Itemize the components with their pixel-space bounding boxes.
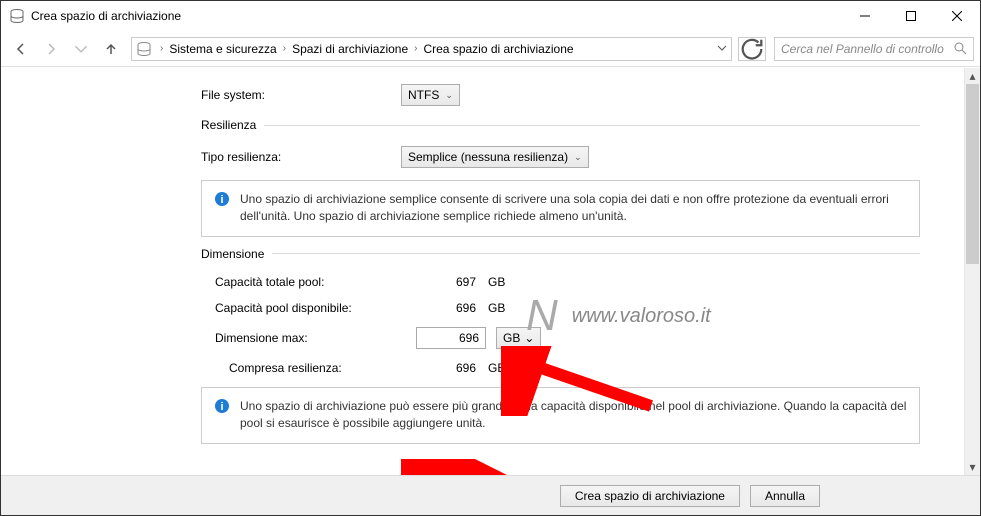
- avail-pool-value: 696: [416, 301, 476, 315]
- scroll-thumb[interactable]: [966, 84, 979, 264]
- svg-text:i: i: [220, 401, 223, 413]
- resilience-info: i Uno spazio di archiviazione semplice c…: [201, 180, 920, 237]
- filesystem-label: File system:: [201, 88, 401, 102]
- vertical-scrollbar[interactable]: ▴ ▾: [964, 68, 980, 475]
- storage-icon: [9, 8, 25, 24]
- resil-dim-label: Compresa resilienza:: [201, 361, 416, 375]
- max-dim-input[interactable]: [416, 327, 486, 349]
- navigation-bar: › Sistema e sicurezza › Spazi di archivi…: [1, 31, 980, 67]
- max-dim-unit-select[interactable]: GB⌄: [496, 327, 541, 349]
- cancel-button[interactable]: Annulla: [750, 485, 820, 507]
- resilience-group-header: Resilienza: [201, 118, 920, 132]
- info-icon: i: [214, 191, 230, 207]
- address-bar[interactable]: › Sistema e sicurezza › Spazi di archivi…: [131, 37, 732, 61]
- chevron-down-icon: ⌄: [574, 152, 582, 163]
- titlebar: Crea spazio di archiviazione: [1, 1, 980, 31]
- back-button[interactable]: [7, 35, 35, 63]
- scroll-up-arrow[interactable]: ▴: [965, 68, 980, 84]
- chevron-right-icon[interactable]: ›: [410, 43, 421, 54]
- resil-dim-unit: GB: [476, 361, 516, 375]
- search-icon: [954, 42, 967, 55]
- window-controls: [842, 1, 980, 31]
- recent-dropdown[interactable]: [67, 35, 95, 63]
- dimension-info: i Uno spazio di archiviazione può essere…: [201, 387, 920, 444]
- create-button[interactable]: Crea spazio di archiviazione: [560, 485, 740, 507]
- chevron-down-icon: ⌄: [445, 90, 453, 101]
- breadcrumb-item[interactable]: Crea spazio di archiviazione: [421, 42, 575, 56]
- maximize-button[interactable]: [888, 1, 934, 31]
- window-title: Crea spazio di archiviazione: [31, 9, 842, 23]
- svg-text:i: i: [220, 194, 223, 206]
- info-icon: i: [214, 398, 230, 414]
- up-button[interactable]: [97, 35, 125, 63]
- scroll-down-arrow[interactable]: ▾: [965, 459, 980, 475]
- dimension-group-header: Dimensione: [201, 247, 920, 261]
- total-pool-unit: GB: [476, 275, 516, 289]
- avail-pool-label: Capacità pool disponibile:: [201, 301, 416, 315]
- total-pool-value: 697: [416, 275, 476, 289]
- max-dim-label: Dimensione max:: [201, 331, 416, 345]
- search-placeholder: Cerca nel Pannello di controllo: [781, 42, 954, 56]
- chevron-right-icon[interactable]: ›: [156, 43, 167, 54]
- resilience-type-label: Tipo resilienza:: [201, 150, 401, 164]
- chevron-down-icon: ⌄: [524, 331, 534, 345]
- resilience-type-select[interactable]: Semplice (nessuna resilienza)⌄: [401, 146, 589, 168]
- refresh-button[interactable]: [738, 37, 766, 61]
- search-input[interactable]: Cerca nel Pannello di controllo: [774, 37, 974, 61]
- breadcrumb-item[interactable]: Spazi di archiviazione: [290, 42, 410, 56]
- chevron-down-icon[interactable]: [717, 42, 727, 56]
- close-button[interactable]: [934, 1, 980, 31]
- storage-icon: [136, 41, 152, 57]
- resil-dim-value: 696: [416, 361, 476, 375]
- forward-button[interactable]: [37, 35, 65, 63]
- minimize-button[interactable]: [842, 1, 888, 31]
- filesystem-select[interactable]: NTFS⌄: [401, 84, 460, 106]
- chevron-right-icon[interactable]: ›: [279, 43, 290, 54]
- total-pool-label: Capacità totale pool:: [201, 275, 416, 289]
- content-area: File system: NTFS⌄ Resilienza Tipo resil…: [1, 68, 964, 475]
- breadcrumb-item[interactable]: Sistema e sicurezza: [167, 42, 278, 56]
- avail-pool-unit: GB: [476, 301, 516, 315]
- footer: Crea spazio di archiviazione Annulla: [1, 475, 980, 515]
